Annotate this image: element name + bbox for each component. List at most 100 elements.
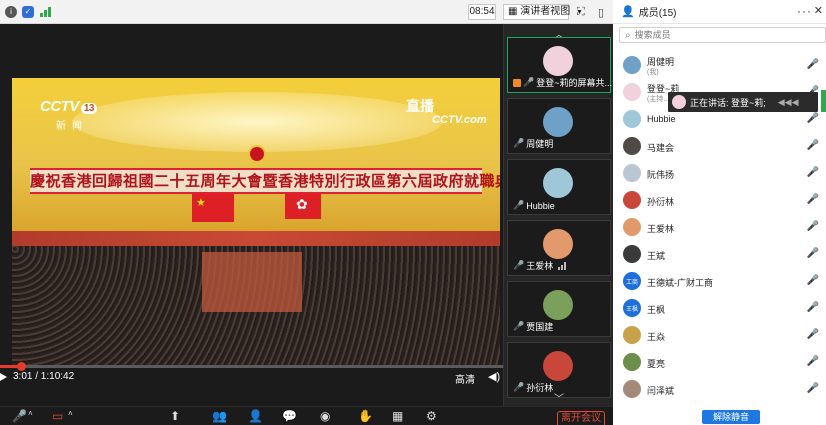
mic-muted-icon[interactable]: 🎤 bbox=[807, 329, 819, 340]
more-options-icon[interactable]: ··· bbox=[797, 4, 812, 18]
mic-muted-icon[interactable]: 🎤 bbox=[807, 248, 819, 259]
member-row[interactable]: 王爱林 🎤 bbox=[613, 214, 826, 241]
mic-on-icon: 🎤 bbox=[523, 77, 535, 87]
mic-muted-icon[interactable]: 🎤 bbox=[807, 194, 819, 205]
mic-muted-icon[interactable]: 🎤 bbox=[807, 113, 819, 124]
member-row[interactable]: 王枫 王枫 🎤 bbox=[613, 295, 826, 322]
member-row[interactable]: 工商 王德斌-广财工商 🎤 bbox=[613, 268, 826, 295]
mic-muted-icon[interactable]: 🎤 bbox=[807, 221, 819, 232]
volume-icon[interactable]: ◀) bbox=[488, 370, 500, 383]
member-row[interactable]: 夏亮 🎤 bbox=[613, 349, 826, 376]
collapse-arrows-icon[interactable]: ◀◀◀ bbox=[778, 97, 799, 108]
mic-muted-icon: 🎤 bbox=[513, 260, 525, 270]
video-time: 3:01 / 1:10:42 bbox=[13, 371, 75, 382]
sidebar-toggle-icon[interactable]: ▯ bbox=[598, 6, 604, 19]
member-name: 王斌 bbox=[647, 251, 666, 261]
member-row[interactable]: 王斌 🎤 bbox=[613, 241, 826, 268]
side-handle[interactable] bbox=[821, 90, 826, 112]
avatar bbox=[623, 191, 641, 209]
members-icon[interactable]: 👤 bbox=[248, 409, 263, 423]
participant-thumbnail[interactable]: 🎤 登登~莉的屏幕共... bbox=[507, 37, 612, 93]
mic-muted-icon[interactable]: 🎤 bbox=[807, 383, 819, 394]
camera-options-icon[interactable]: ˄ bbox=[68, 409, 73, 418]
member-name: 孙衍林 bbox=[647, 197, 675, 207]
thumbnail-name: 周健明 bbox=[526, 139, 554, 149]
view-mode-label: 演讲者视图 bbox=[520, 6, 571, 17]
speaking-indicator: 正在讲话: 登登~莉; ◀◀◀ bbox=[668, 92, 818, 112]
member-search[interactable]: ⌕ bbox=[619, 27, 826, 43]
info-icon[interactable]: i bbox=[5, 5, 17, 18]
settings-icon[interactable]: ⚙ bbox=[426, 409, 437, 423]
china-flag-icon: ★ bbox=[192, 194, 234, 222]
avatar bbox=[543, 107, 573, 137]
signal-icon bbox=[558, 261, 567, 270]
search-input[interactable] bbox=[634, 30, 805, 40]
member-row[interactable]: 阮伟扬 🎤 bbox=[613, 160, 826, 187]
member-name: 马建会 bbox=[647, 143, 675, 153]
camera-off-icon[interactable]: ▭ bbox=[52, 409, 63, 423]
member-name: 夏亮 bbox=[647, 359, 666, 369]
avatar: 王枫 bbox=[623, 299, 641, 317]
raise-hand-icon[interactable]: ✋ bbox=[358, 409, 373, 423]
play-icon[interactable] bbox=[0, 373, 7, 381]
participant-thumbnail[interactable]: 🎤 Hubbie bbox=[507, 159, 611, 215]
shared-screen-video[interactable]: 慶祝香港回歸祖國二十五周年大會暨香港特別行政區第六屆政府就職典禮 ★ ✿ CCT… bbox=[0, 24, 503, 406]
mic-muted-icon[interactable]: 🎤 bbox=[807, 140, 819, 151]
thumbnail-label: 🎤 登登~莉的屏幕共... bbox=[513, 76, 612, 89]
member-row[interactable]: 闫泽斌 🎤 bbox=[613, 376, 826, 403]
avatar bbox=[543, 168, 573, 198]
avatar bbox=[623, 218, 641, 236]
thumbnail-label: 🎤 Hubbie bbox=[513, 200, 555, 211]
emblem-icon bbox=[248, 145, 266, 163]
invite-icon[interactable]: 👥 bbox=[212, 409, 227, 423]
mic-muted-icon[interactable]: 🎤 bbox=[807, 356, 819, 367]
avatar bbox=[543, 351, 573, 381]
participant-thumbnail[interactable]: 🎤 周健明 bbox=[507, 98, 611, 154]
share-screen-icon[interactable]: ⬆ bbox=[170, 409, 180, 423]
chat-icon[interactable]: 💬 bbox=[282, 409, 297, 423]
shield-icon[interactable]: ✓ bbox=[22, 5, 34, 18]
avatar bbox=[623, 380, 641, 398]
signal-icon[interactable] bbox=[40, 6, 52, 17]
participant-thumbnail[interactable]: 🎤 贾国建 bbox=[507, 281, 611, 337]
ceremony-banner: 慶祝香港回歸祖國二十五周年大會暨香港特別行政區第六屆政府就職典禮 bbox=[30, 168, 500, 194]
member-name: 阮伟扬 bbox=[647, 170, 675, 180]
chevron-down-icon[interactable]: ﹀ bbox=[554, 390, 564, 405]
avatar bbox=[543, 229, 573, 259]
thumbnail-label: 🎤 贾国建 bbox=[513, 320, 553, 333]
apps-icon[interactable]: ▦ bbox=[392, 409, 403, 423]
member-row[interactable]: 马建会 🎤 bbox=[613, 133, 826, 160]
mic-muted-icon[interactable]: 🎤 bbox=[807, 167, 819, 178]
progress-knob[interactable] bbox=[17, 362, 27, 371]
avatar bbox=[623, 245, 641, 263]
thumbnail-name: 贾国建 bbox=[526, 322, 554, 332]
member-name: 王枫 bbox=[647, 305, 666, 315]
thumbnail-name: Hubbie bbox=[526, 200, 555, 211]
mic-muted-icon[interactable]: 🎤 bbox=[807, 302, 819, 313]
fullscreen-icon[interactable]: ⛶ bbox=[577, 6, 585, 19]
video-progress-bar[interactable] bbox=[0, 362, 503, 371]
mic-options-icon[interactable]: ˄ bbox=[28, 409, 33, 418]
panel-header: 👤 成员(15) bbox=[613, 0, 826, 24]
member-row[interactable]: 周健明 (我) 🎤 bbox=[613, 52, 826, 79]
live-label: 直播 bbox=[406, 98, 434, 114]
member-name: 王爱林 bbox=[647, 224, 675, 234]
member-row[interactable]: 王焱 🎤 bbox=[613, 322, 826, 349]
close-icon[interactable]: ✕ bbox=[814, 4, 823, 17]
stage-floor bbox=[202, 252, 302, 312]
cctv-logo: CCTV 13 bbox=[40, 98, 97, 115]
view-mode-button[interactable]: ▦ 演讲者视图 ▼ bbox=[503, 4, 583, 20]
mic-muted-icon[interactable]: 🎤 bbox=[807, 59, 819, 70]
mic-muted-icon[interactable]: 🎤 bbox=[807, 275, 819, 286]
member-name: 闫泽斌 bbox=[647, 386, 675, 396]
meeting-clock: 08:54 bbox=[468, 4, 496, 20]
meeting-app: i ✓ 08:54 ▦ 演讲者视图 ▼ ⛶ ▯ 慶祝香港回歸祖國二十五周年大會暨… bbox=[0, 0, 826, 425]
mic-muted-icon[interactable]: 🎤 bbox=[12, 409, 27, 423]
unmute-all-button[interactable]: 解除静音 bbox=[702, 410, 760, 424]
record-icon[interactable]: ◉ bbox=[320, 409, 330, 423]
member-row[interactable]: 孙衍林 🎤 bbox=[613, 187, 826, 214]
quality-selector[interactable]: 高清 bbox=[455, 371, 475, 386]
leave-meeting-button[interactable]: 离开会议 bbox=[557, 411, 605, 425]
participant-thumbnail[interactable]: 🎤 王爱林 bbox=[507, 220, 611, 276]
avatar bbox=[543, 46, 573, 76]
